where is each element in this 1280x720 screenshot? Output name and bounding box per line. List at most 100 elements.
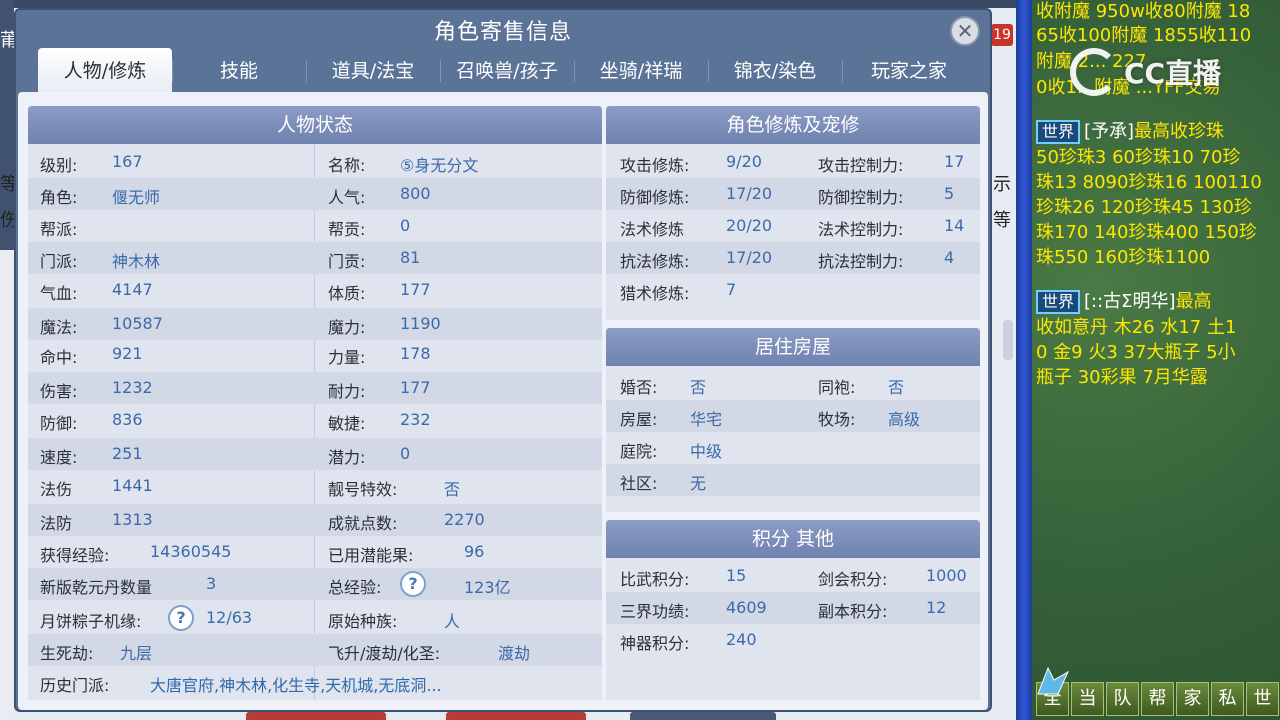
stat-label: 伤害:: [40, 382, 78, 401]
stat-value: 偃无师: [112, 188, 161, 207]
channel-private-button[interactable]: 私: [1211, 682, 1244, 716]
stat-label: 获得经验:: [40, 546, 110, 565]
stat-value: 251: [112, 444, 143, 463]
help-icon[interactable]: ?: [400, 571, 426, 597]
background-text: 等: [993, 210, 1011, 231]
tab-items-treasures[interactable]: 道具/法宝: [306, 48, 440, 94]
tab-mounts[interactable]: 坐骑/祥瑞: [574, 48, 708, 94]
stat-label: 角色:: [40, 188, 78, 207]
background-button[interactable]: [246, 712, 386, 720]
stat-value: 人: [444, 612, 461, 631]
stat-value: 九层: [120, 644, 153, 663]
cultivation-value: 7: [726, 280, 737, 299]
cultivation-panel: 角色修炼及宠修 攻击修炼: 9/20 攻击控制力: 17 防御修炼: 17/20…: [606, 106, 980, 320]
status-row: 速度: 251 潜力: 0: [28, 438, 602, 470]
cultivation-row: 抗法修炼: 17/20 抗法控制力: 4: [606, 242, 980, 274]
points-value: 4609: [726, 598, 767, 617]
status-row: 法伤 1441 靓号特效: 否: [28, 470, 602, 502]
residence-label: 牧场:: [818, 410, 856, 429]
stat-value: 178: [400, 344, 431, 363]
residence-value: 中级: [690, 442, 723, 461]
channel-tag[interactable]: 世界: [1036, 290, 1081, 314]
chat-message: 世界 [::古Σ明华]最高: [1036, 290, 1276, 314]
tab-player-home[interactable]: 玩家之家: [842, 48, 976, 94]
stat-value: 836: [112, 410, 143, 429]
background-button[interactable]: [630, 712, 776, 720]
close-button[interactable]: ✕: [950, 16, 980, 46]
cultivation-label: 防御修炼:: [620, 188, 690, 207]
background-scrollbar[interactable]: [1003, 320, 1013, 360]
channel-home-button[interactable]: 家: [1176, 682, 1209, 716]
background-button[interactable]: [446, 712, 586, 720]
stat-value: 177: [400, 378, 431, 397]
channel-team-button[interactable]: 队: [1106, 682, 1139, 716]
points-label: 剑会积分:: [818, 570, 888, 589]
stat-value: 否: [444, 480, 461, 499]
stat-value: 4147: [112, 280, 153, 299]
channel-current-button[interactable]: 当: [1071, 682, 1104, 716]
tab-skills[interactable]: 技能: [172, 48, 306, 94]
cultivation-label: 抗法控制力:: [818, 252, 904, 271]
chat-line: 珍珠26 120珍珠45 130珍: [1036, 197, 1252, 218]
channel-world-button[interactable]: 世: [1246, 682, 1279, 716]
cultivation-label: 法术修炼: [620, 220, 685, 239]
chat-speaker[interactable]: [::古Σ明华]: [1084, 291, 1176, 312]
status-row: 法防 1313 成就点数: 2270: [28, 504, 602, 536]
stat-label: 总经验:: [328, 578, 382, 597]
stat-label: 耐力:: [328, 382, 366, 401]
stat-value: 1232: [112, 378, 153, 397]
cultivation-label: 攻击修炼:: [620, 156, 690, 175]
background-text: 示: [993, 174, 1011, 195]
cultivation-value: 20/20: [726, 216, 773, 235]
stat-value: 232: [400, 410, 431, 429]
stat-label: 命中:: [40, 348, 78, 367]
chat-speaker[interactable]: [予承]: [1084, 121, 1134, 142]
residence-row: 社区: 无: [606, 464, 980, 496]
stat-value: 1190: [400, 314, 441, 333]
chat-line: 瓶子 30彩果 7月华露: [1036, 367, 1208, 388]
dialog-title: 角色寄售信息: [433, 20, 572, 45]
stat-value: ⑤身无分文: [400, 156, 479, 175]
stat-label: 级别:: [40, 156, 78, 175]
channel-tag[interactable]: 世界: [1036, 120, 1081, 144]
points-panel: 积分 其他 比武积分: 15 剑会积分: 1000 三界功绩: 4609 副本积…: [606, 520, 980, 700]
points-row: 神器积分: 240: [606, 624, 980, 656]
residence-row: 房屋: 华宅 牧场: 高级: [606, 400, 980, 432]
stat-label: 魔力:: [328, 318, 366, 337]
tab-character-cultivation[interactable]: 人物/修炼: [38, 48, 172, 94]
cultivation-value: 9/20: [726, 152, 762, 171]
stat-label: 力量:: [328, 348, 366, 367]
chat-text: 最高: [1175, 291, 1212, 312]
history-sects-value[interactable]: 大唐官府,神木林,化生寺,天机城,无底洞...: [150, 672, 442, 696]
cultivation-value: 17/20: [726, 248, 773, 267]
cultivation-value: 17/20: [726, 184, 773, 203]
stat-label: 历史门派:: [40, 676, 110, 695]
tab-summons-children[interactable]: 召唤兽/孩子: [440, 48, 574, 94]
stat-value: 0: [400, 444, 411, 463]
stat-label: 速度:: [40, 448, 78, 467]
tab-outfits-dye[interactable]: 锦衣/染色: [708, 48, 842, 94]
chat-line: 珠13 8090珍珠16 100110: [1036, 172, 1262, 193]
status-row: 生死劫: 九层 飞升/渡劫/化圣: 渡劫: [28, 634, 602, 666]
stat-value: 渡劫: [498, 644, 531, 663]
stat-label: 潜力:: [328, 448, 366, 467]
panel-title: 居住房屋: [606, 328, 980, 366]
stat-label: 名称:: [328, 156, 366, 175]
stat-value: 123亿: [464, 578, 511, 597]
chat-corner-decoration-icon: [1037, 666, 1070, 695]
help-icon[interactable]: ?: [168, 605, 194, 631]
panel-title: 积分 其他: [606, 520, 980, 558]
channel-guild-button[interactable]: 帮: [1141, 682, 1174, 716]
stat-label: 生死劫:: [40, 644, 94, 663]
panel-title: 人物状态: [28, 106, 602, 144]
residence-row: 婚否: 否 同袍: 否: [606, 368, 980, 400]
cultivation-label: 抗法修炼:: [620, 252, 690, 271]
chat-border: [1016, 0, 1032, 720]
status-row: 新版乾元丹数量 3 总经验: ? 123亿: [28, 568, 602, 600]
points-label: 副本积分:: [818, 602, 888, 621]
stat-label: 门派:: [40, 252, 78, 271]
chat-line: 50珍珠3 60珍珠10 70珍: [1036, 147, 1241, 168]
stat-value: 81: [400, 248, 421, 267]
status-row: 历史门派: 大唐官府,神木林,化生寺,天机城,无底洞...: [28, 666, 602, 698]
cultivation-label: 猎术修炼:: [620, 284, 690, 303]
